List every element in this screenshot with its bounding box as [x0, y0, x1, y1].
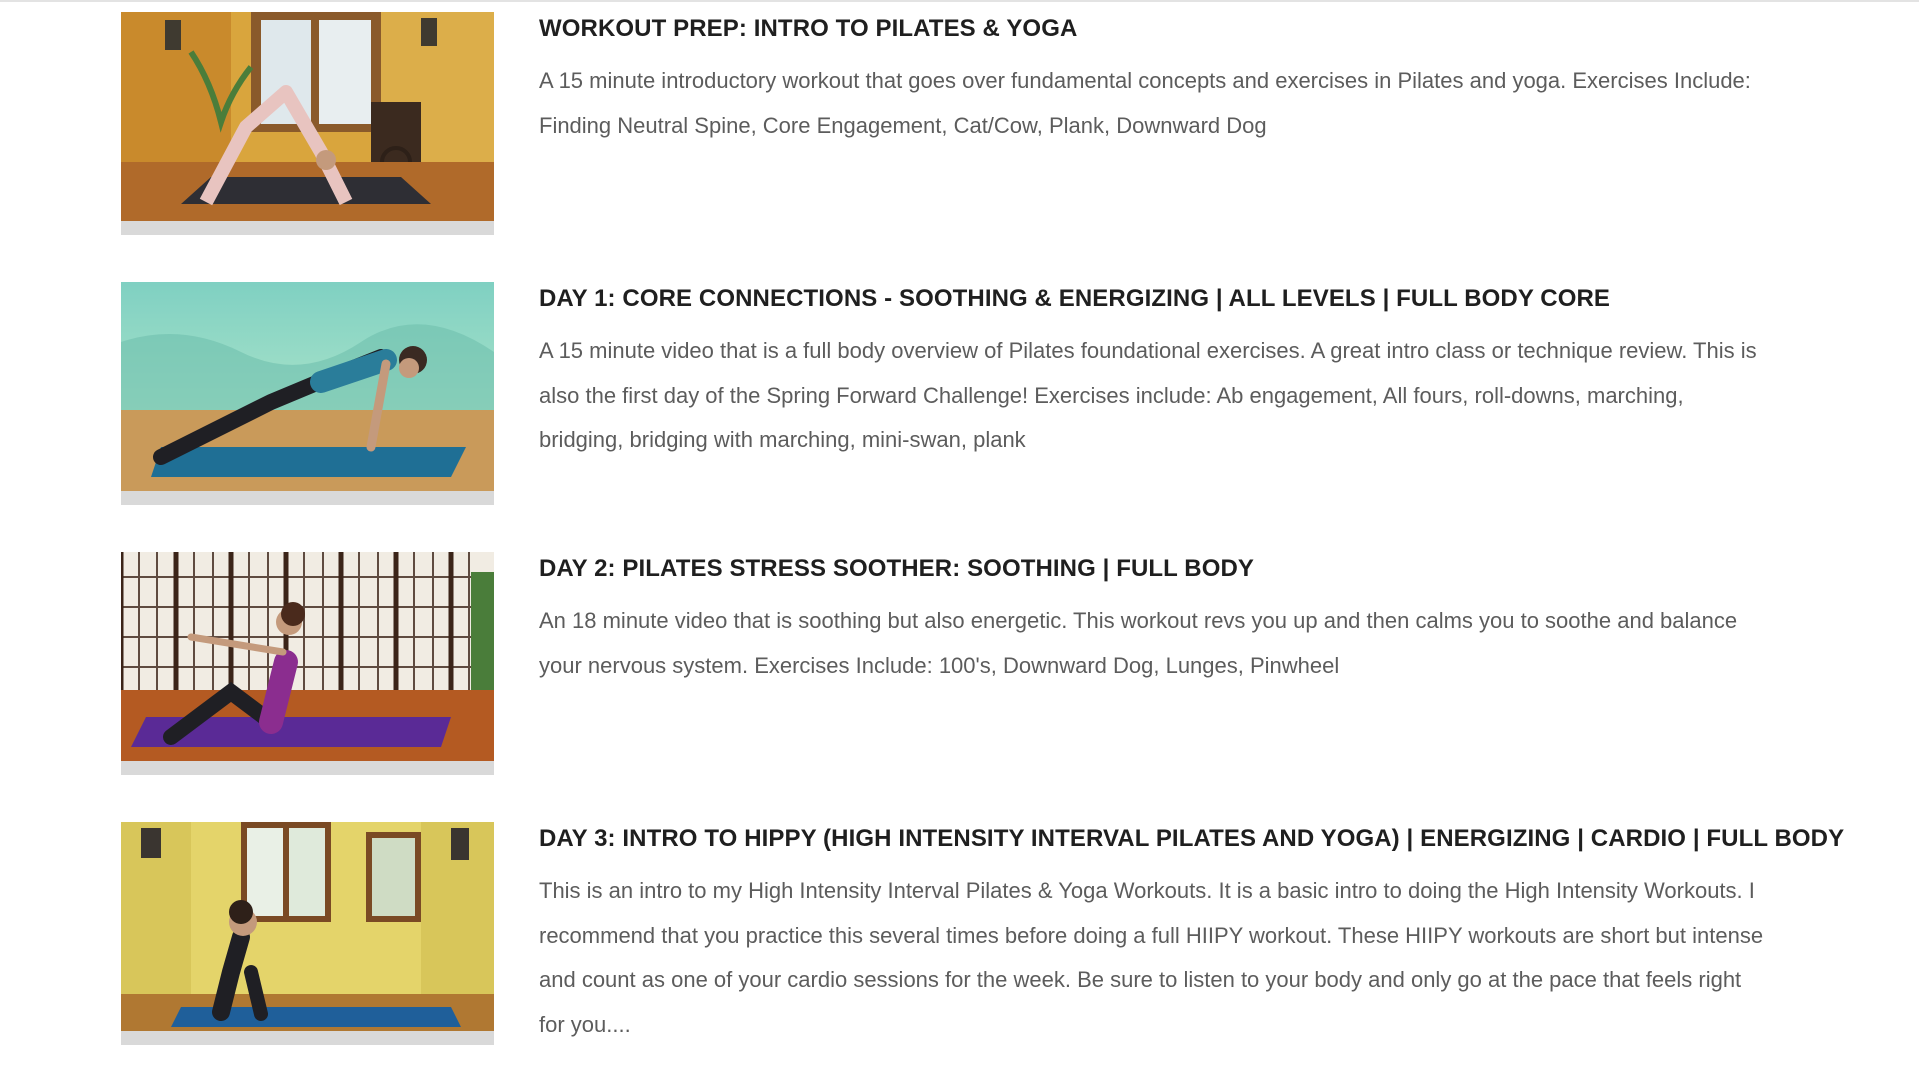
video-text: DAY 1: CORE CONNECTIONS - SOOTHING & ENE… [539, 282, 1879, 463]
video-title[interactable]: DAY 2: PILATES STRESS SOOTHER: SOOTHING … [539, 552, 1879, 585]
video-thumbnail-link[interactable] [121, 552, 494, 775]
thumbnail-progress-bar [121, 221, 494, 235]
video-thumbnail [121, 822, 494, 1031]
video-thumbnail-link[interactable] [121, 282, 494, 505]
video-thumbnail [121, 552, 494, 761]
video-thumbnail-link[interactable] [121, 822, 494, 1045]
video-title[interactable]: DAY 1: CORE CONNECTIONS - SOOTHING & ENE… [539, 282, 1879, 315]
video-description: An 18 minute video that is soothing but … [539, 608, 1738, 678]
video-description: This is an intro to my High Intensity In… [539, 878, 1764, 1037]
video-item-workout-prep: WORKOUT PREP: INTRO TO PILATES & YOGA A … [121, 12, 1761, 282]
video-thumbnail-link[interactable] [121, 12, 494, 235]
video-text: DAY 3: INTRO TO HIPPY (HIGH INTENSITY IN… [539, 822, 1879, 1047]
thumbnail-progress-bar [121, 1031, 494, 1045]
video-title[interactable]: WORKOUT PREP: INTRO TO PILATES & YOGA [539, 12, 1879, 45]
video-thumbnail [121, 282, 494, 491]
video-item-day-3: DAY 3: INTRO TO HIPPY (HIGH INTENSITY IN… [121, 822, 1844, 1092]
thumbnail-progress-bar [121, 491, 494, 505]
top-divider [0, 0, 1919, 2]
thumbnail-progress-bar [121, 761, 494, 775]
video-item-day-1: DAY 1: CORE CONNECTIONS - SOOTHING & ENE… [121, 282, 1761, 552]
video-text: WORKOUT PREP: INTRO TO PILATES & YOGA A … [539, 12, 1879, 148]
video-thumbnail [121, 12, 494, 221]
video-text: DAY 2: PILATES STRESS SOOTHER: SOOTHING … [539, 552, 1879, 688]
video-description: A 15 minute video that is a full body ov… [539, 338, 1757, 452]
video-title[interactable]: DAY 3: INTRO TO HIPPY (HIGH INTENSITY IN… [539, 822, 1879, 855]
video-list: WORKOUT PREP: INTRO TO PILATES & YOGA A … [121, 12, 1844, 1092]
video-description: A 15 minute introductory workout that go… [539, 68, 1751, 138]
video-item-day-2: DAY 2: PILATES STRESS SOOTHER: SOOTHING … [121, 552, 1761, 822]
